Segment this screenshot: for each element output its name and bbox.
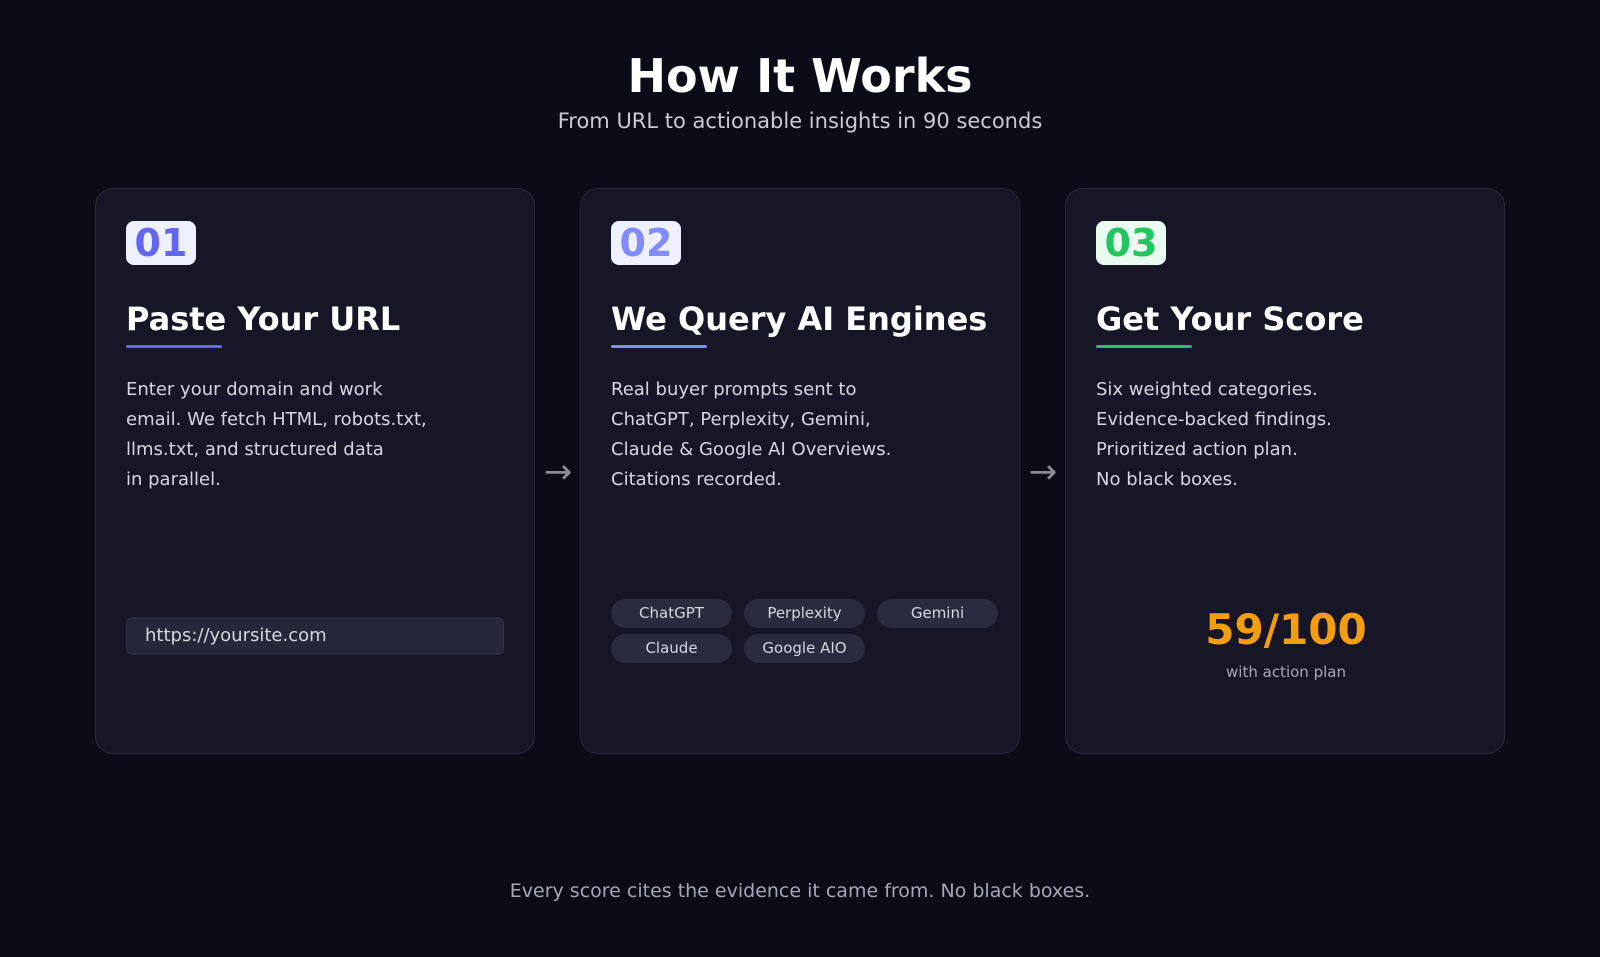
score-caption: with action plan (1226, 663, 1346, 681)
engine-chip-perplexity: Perplexity (744, 599, 865, 628)
description-line: Evidence-backed findings. (1096, 409, 1332, 430)
engine-chip-claude: Claude (611, 634, 732, 663)
description-line: llms.txt, and structured data (126, 439, 384, 460)
description-line: Claude & Google AI Overviews. (611, 439, 892, 460)
footer-note: Every score cites the evidence it came f… (509, 880, 1091, 902)
step-card-paste-url: 01 Paste Your URL Enter your domain and … (95, 188, 535, 754)
step-title: Get Your Score (1096, 300, 1364, 338)
description-line: Prioritized action plan. (1096, 439, 1298, 460)
step-number-badge: 01 (126, 221, 196, 265)
engine-chip-gemini: Gemini (877, 599, 998, 628)
description-line: Real buyer prompts sent to (611, 379, 857, 400)
title-underline (126, 345, 222, 348)
page-subtitle: From URL to actionable insights in 90 se… (557, 109, 1043, 133)
score-value: 59/100 (1205, 605, 1367, 654)
step-title: We Query AI Engines (611, 300, 988, 338)
description-line: Enter your domain and work (126, 379, 383, 400)
step-description: Real buyer prompts sent to ChatGPT, Perp… (611, 375, 1001, 495)
step-number-badge: 03 (1096, 221, 1166, 265)
title-underline (611, 345, 707, 348)
description-line: Citations recorded. (611, 469, 782, 490)
arrow-right-icon: → (1028, 452, 1058, 492)
section-header: How It Works From URL to actionable insi… (0, 48, 1600, 136)
step-card-get-score: 03 Get Your Score Six weighted categorie… (1065, 188, 1505, 754)
step-description: Enter your domain and work email. We fet… (126, 375, 516, 495)
description-line: in parallel. (126, 469, 221, 490)
description-line: Six weighted categories. (1096, 379, 1318, 400)
title-underline (1096, 345, 1192, 348)
url-input[interactable]: https://yoursite.com (126, 617, 504, 655)
description-line: ChatGPT, Perplexity, Gemini, (611, 409, 871, 430)
step-title: Paste Your URL (126, 300, 401, 338)
engine-chip-google-aio: Google AIO (744, 634, 865, 663)
description-line: No black boxes. (1096, 469, 1238, 490)
arrow-right-icon: → (543, 452, 573, 492)
engine-chip-chatgpt: ChatGPT (611, 599, 732, 628)
description-line: email. We fetch HTML, robots.txt, (126, 409, 427, 430)
step-card-query-ai: 02 We Query AI Engines Real buyer prompt… (580, 188, 1020, 754)
step-description: Six weighted categories. Evidence-backed… (1096, 375, 1486, 495)
step-number-badge: 02 (611, 221, 681, 265)
page-title: How It Works (627, 49, 973, 103)
